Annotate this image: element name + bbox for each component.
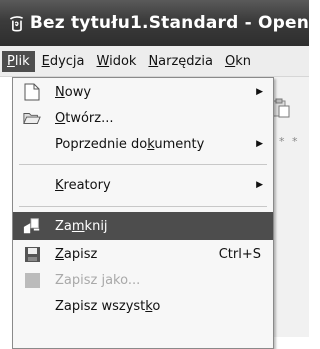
shortcut-zapisz: Ctrl+S [218, 246, 261, 262]
window-title: Bez tytułu1.Standard - Open [29, 13, 309, 33]
submenu-arrow-icon: ▶ [256, 139, 263, 149]
submenu-arrow-icon: ▶ [256, 180, 263, 190]
menu-item-zapisz[interactable]: Zapisz Ctrl+S [13, 240, 273, 268]
menu-okno[interactable]: Okn [220, 51, 256, 72]
window-titlebar[interactable]: Bez tytułu1.Standard - Open [0, 0, 309, 46]
close-document-icon [23, 217, 41, 235]
menu-item-zapisz-jako[interactable]: Zapisz jako... [13, 266, 273, 294]
menu-separator [19, 206, 267, 207]
open-folder-icon [23, 109, 41, 127]
openoffice-gull-icon [9, 16, 23, 32]
menu-plik[interactable]: Plik [2, 50, 35, 72]
file-menu-dropdown: Nowy ▶ Otwórz... Poprzednie dokumenty ▶ … [12, 77, 274, 349]
menu-bar: Plik Edycja Widok Narzędzia Okn [0, 46, 309, 77]
menu-item-zamknij[interactable]: Zamknij [13, 212, 273, 240]
menu-item-kreatory[interactable]: Kreatory ▶ [13, 171, 273, 199]
save-as-icon [23, 271, 41, 289]
menu-widok[interactable]: Widok [92, 51, 142, 72]
submenu-arrow-icon: ▶ [256, 87, 263, 97]
menu-edycja[interactable]: Edycja [37, 51, 90, 72]
new-document-icon [23, 83, 41, 101]
menu-separator [19, 164, 267, 165]
menu-item-otworz[interactable]: Otwórz... [13, 104, 273, 132]
save-icon [23, 245, 41, 263]
menu-item-zapisz-wszystko[interactable]: Zapisz wszystko [13, 292, 273, 320]
menu-item-poprzednie-dokumenty[interactable]: Poprzednie dokumenty ▶ [13, 130, 273, 158]
menu-narzedzia[interactable]: Narzędzia [143, 51, 218, 72]
menu-item-nowy[interactable]: Nowy ▶ [13, 78, 273, 106]
